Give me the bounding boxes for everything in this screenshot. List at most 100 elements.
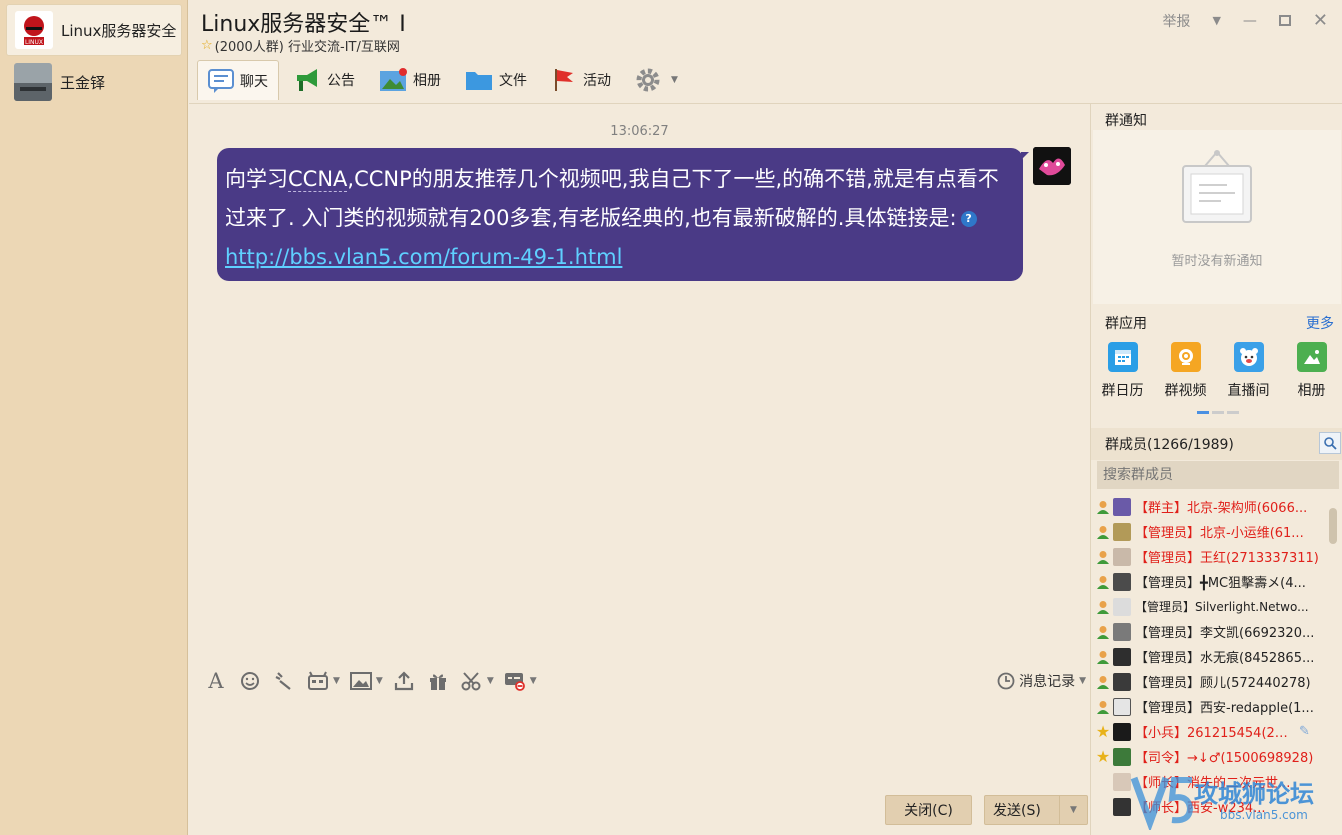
tab-files[interactable]: 文件 <box>455 60 537 100</box>
chevron-down-icon[interactable]: ▼ <box>530 676 537 686</box>
avatar <box>1113 672 1131 691</box>
window-controls: 举报 ▼ — ✕ <box>1162 10 1328 31</box>
list-item[interactable]: 【管理员】王红(2713337311) <box>1091 544 1331 569</box>
tab-activity[interactable]: 活动 <box>541 60 621 100</box>
highlight-term[interactable]: CCNA <box>288 167 348 192</box>
avatar <box>1113 622 1131 641</box>
chevron-down-icon[interactable]: ▼ <box>487 676 494 686</box>
close-window-icon[interactable]: ✕ <box>1313 10 1328 31</box>
nudge-icon[interactable] <box>271 668 297 694</box>
avatar <box>1113 772 1131 791</box>
chevron-down-icon[interactable]: ▼ <box>333 676 340 686</box>
app-video[interactable]: 群视频 <box>1154 342 1217 400</box>
group-info-panel: 群通知 暂时没有新通知 群应用 更多 群日历 群视频 直播间 相册 群成员(12… <box>1090 104 1342 835</box>
header-tabs: 聊天 公告 相册 文件 活动 ▼ <box>197 60 692 100</box>
list-item[interactable]: ★ 【司令】→↓♂(1500698928) <box>1091 744 1331 769</box>
person-icon <box>1095 574 1111 590</box>
photo-icon <box>380 68 407 91</box>
group-apps: 群日历 群视频 直播间 相册 <box>1091 342 1342 400</box>
chevron-down-icon: ▼ <box>1079 676 1086 686</box>
chevron-down-icon: ▼ <box>671 75 678 85</box>
gift-icon[interactable] <box>425 668 451 694</box>
report-button[interactable]: 举报 <box>1162 11 1190 31</box>
gif-icon[interactable] <box>305 668 331 694</box>
chevron-down-icon[interactable]: ▼ <box>376 676 383 686</box>
list-item[interactable]: 【管理员】╋MC狙擊壽メ(4... <box>1091 569 1331 594</box>
watermark-title: 攻城狮论坛 <box>1194 780 1314 808</box>
megaphone-icon <box>297 69 317 91</box>
message-area: 13:06:27 向学习CCNA,CCNP的朋友推荐几个视频吧,我自己下了一些,… <box>189 104 1090 661</box>
emoji-icon[interactable] <box>237 668 263 694</box>
screenshot-icon[interactable] <box>459 668 485 694</box>
watermark-url: bbs.vlan5.com <box>1220 808 1308 822</box>
app-album[interactable]: 相册 <box>1280 342 1342 400</box>
member-search-input[interactable] <box>1097 461 1339 489</box>
list-item[interactable]: 【管理员】北京-小运维(61... <box>1091 519 1331 544</box>
person-icon <box>1095 674 1111 690</box>
message-history-button[interactable]: 消息记录 ▼ <box>997 671 1086 691</box>
message-link[interactable]: http://bbs.vlan5.com/forum-49-1.html <box>225 245 622 269</box>
chat-icon <box>208 68 234 93</box>
list-item[interactable]: 【管理员】水无痕(8452865... <box>1091 644 1331 669</box>
tab-chat[interactable]: 聊天 <box>197 60 279 100</box>
avatar <box>1113 497 1131 516</box>
app-live[interactable]: 直播间 <box>1217 342 1280 400</box>
settings-menu[interactable]: ▼ <box>625 60 688 100</box>
avatar <box>1113 647 1131 666</box>
avatar <box>1113 722 1131 741</box>
send-options-chevron-icon[interactable]: ▼ <box>1059 796 1087 824</box>
list-item[interactable]: 【管理员】Silverlight.Netwo... <box>1091 594 1331 619</box>
notice-box: 暂时没有新通知 <box>1093 130 1341 304</box>
maximize-icon[interactable] <box>1278 15 1291 26</box>
message-timestamp: 13:06:27 <box>610 124 669 139</box>
close-button[interactable]: 关闭(C) <box>885 795 972 825</box>
person-icon <box>1095 624 1111 640</box>
star-icon: ★ <box>1095 747 1111 766</box>
link-safety-icon: ? <box>960 211 977 227</box>
edit-icon[interactable]: ✎ <box>1299 724 1310 739</box>
list-item[interactable]: 【管理员】李文凯(6692320... <box>1091 619 1331 644</box>
app-calendar[interactable]: 群日历 <box>1091 342 1154 400</box>
list-item[interactable]: 【管理员】顾儿(572440278) <box>1091 669 1331 694</box>
forum-watermark: 攻城狮论坛 bbs.vlan5.com <box>1130 770 1342 830</box>
notice-title: 群通知 <box>1105 113 1147 129</box>
person-icon <box>1095 649 1111 665</box>
avatar <box>1113 797 1131 816</box>
person-icon <box>1095 524 1111 540</box>
avatar <box>1113 747 1131 766</box>
list-item[interactable]: 【群主】北京-架构师(6066... <box>1091 494 1331 519</box>
apps-title: 群应用 <box>1105 316 1147 332</box>
members-header: 群成员(1266/1989) <box>1091 428 1342 460</box>
font-icon[interactable]: A <box>203 668 229 694</box>
list-item[interactable]: 【管理员】西安-redapple(1... <box>1091 694 1331 719</box>
message-input[interactable]: 关闭(C) 发送(S) ▼ <box>189 701 1090 835</box>
more-apps-link[interactable]: 更多 <box>1306 313 1334 333</box>
no-notice-text: 暂时没有新通知 <box>1171 254 1263 269</box>
block-message-icon[interactable] <box>502 668 528 694</box>
image-icon[interactable] <box>348 668 374 694</box>
conversation-item-user[interactable]: 王金铎 <box>6 56 182 108</box>
person-icon <box>1095 599 1111 615</box>
person-icon <box>1095 549 1111 565</box>
send-button[interactable]: 发送(S) ▼ <box>984 795 1088 825</box>
members-title: 群成员(1266/1989) <box>1105 437 1234 453</box>
star-icon: ☆ <box>201 38 213 53</box>
notice-board-icon <box>1182 150 1252 223</box>
star-icon: ★ <box>1095 722 1111 741</box>
minimize-icon[interactable]: — <box>1243 13 1257 29</box>
tab-announcement[interactable]: 公告 <box>283 60 365 100</box>
input-toolbar: A ▼ ▼ ▼ ▼ 消息记录 ▼ <box>189 661 1090 701</box>
list-item[interactable]: ★ 【小兵】261215454(261... ✎ <box>1091 719 1331 744</box>
upload-icon[interactable] <box>391 668 417 694</box>
video-camera-icon <box>1170 342 1201 372</box>
album-icon <box>1296 342 1327 372</box>
dropdown-arrow-icon[interactable]: ▼ <box>1212 14 1220 27</box>
sender-avatar[interactable] <box>1033 147 1071 185</box>
member-list-scrollbar[interactable] <box>1329 508 1337 544</box>
member-search-icon[interactable] <box>1319 432 1341 454</box>
clock-icon <box>997 672 1015 690</box>
conversation-item-linux-group[interactable]: LINUX Linux服务器安全 <box>6 4 182 56</box>
tab-album[interactable]: 相册 <box>369 60 451 100</box>
avatar <box>1113 522 1131 541</box>
gear-icon <box>636 68 660 92</box>
